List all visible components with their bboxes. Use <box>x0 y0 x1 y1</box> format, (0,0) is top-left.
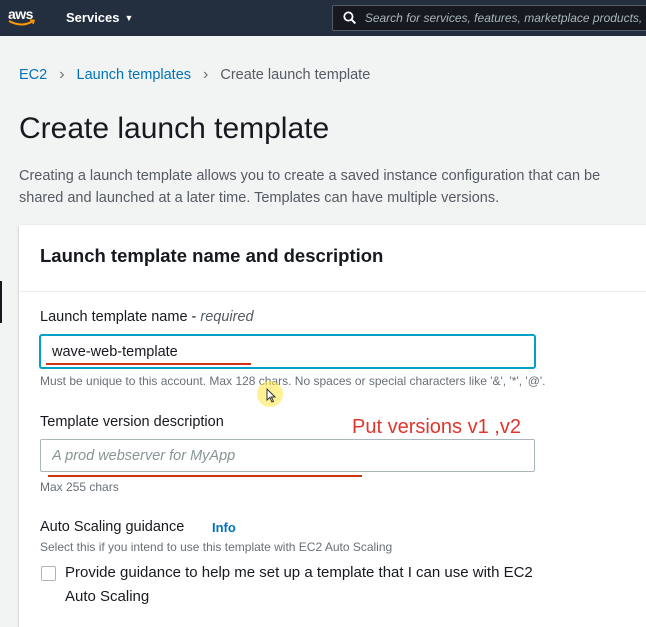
top-navigation-bar: aws Services ▼ <box>0 0 646 36</box>
panel-header: Launch template name and description <box>19 225 646 292</box>
info-link[interactable]: Info <box>212 520 236 535</box>
annotation-text: Put versions v1 ,v2 <box>352 416 521 438</box>
required-marker: required <box>200 309 254 325</box>
version-description-label: Template version description <box>40 414 224 430</box>
auto-scaling-guidance-checkbox-label[interactable]: Provide guidance to help me set up a tem… <box>65 561 565 609</box>
annotation-underline <box>46 363 251 365</box>
template-name-hint: Must be unique to this account. Max 128 … <box>40 374 546 388</box>
page-title: Create launch template <box>19 112 330 145</box>
breadcrumb: EC2 › Launch templates › Create launch t… <box>19 66 370 84</box>
launch-template-name-panel: Launch template name and description Lau… <box>19 225 646 627</box>
page-description-line: shared and launched at a later time. Tem… <box>19 190 500 206</box>
breadcrumb-link-launch-templates[interactable]: Launch templates <box>77 67 191 83</box>
page-description: Creating a launch template allows you to… <box>19 165 646 209</box>
annotation-underline <box>48 475 362 477</box>
chevron-right-icon: › <box>59 66 65 83</box>
mouse-pointer-icon <box>266 388 276 403</box>
template-name-label: Launch template name - required <box>40 309 254 325</box>
breadcrumb-link-ec2[interactable]: EC2 <box>19 67 47 83</box>
services-label: Services <box>66 10 120 25</box>
panel-title: Launch template name and description <box>40 245 384 266</box>
global-search-input[interactable] <box>364 11 646 25</box>
services-menu-button[interactable]: Services ▼ <box>66 10 133 25</box>
search-icon <box>343 11 357 25</box>
auto-scaling-guidance-hint: Select this if you intend to use this te… <box>40 540 393 554</box>
chevron-right-icon: › <box>203 66 209 83</box>
version-description-input[interactable] <box>40 439 535 472</box>
caret-down-icon: ▼ <box>124 12 134 23</box>
global-search[interactable] <box>332 5 646 31</box>
aws-smile-icon <box>8 19 36 26</box>
breadcrumb-current: Create launch template <box>220 67 371 83</box>
page-description-line: Creating a launch template allows you to… <box>19 168 601 184</box>
auto-scaling-guidance-label: Auto Scaling guidance <box>40 519 185 535</box>
version-description-hint: Max 255 chars <box>40 480 119 494</box>
template-name-label-text: Launch template name - <box>40 309 201 325</box>
aws-logo[interactable]: aws <box>6 4 40 30</box>
auto-scaling-guidance-checkbox[interactable] <box>41 566 56 581</box>
edge-marker <box>0 281 2 323</box>
